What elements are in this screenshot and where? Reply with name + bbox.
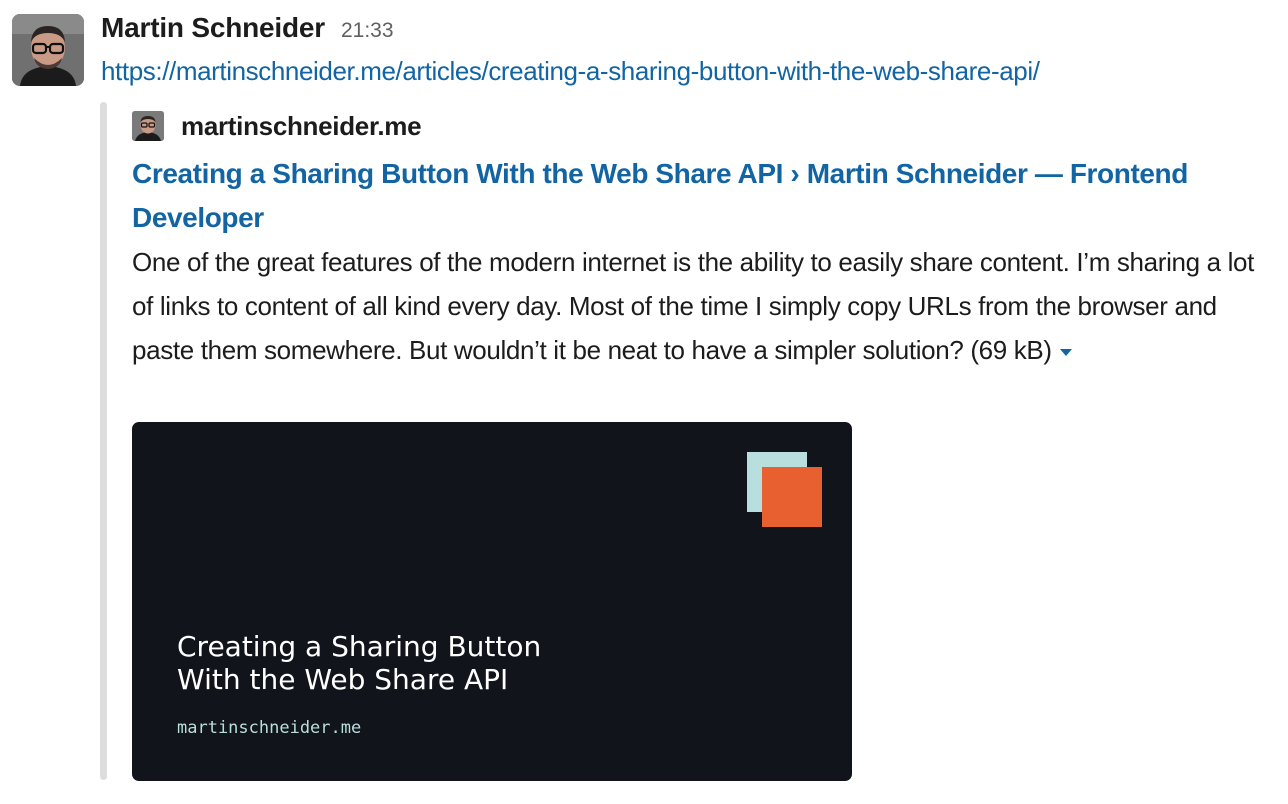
unfurl-site-row: martinschneider.me — [132, 110, 422, 142]
preview-image-title: Creating a Sharing Button With the Web S… — [177, 630, 542, 696]
author-avatar[interactable] — [12, 14, 84, 86]
unfurl-description-text: One of the great features of the modern … — [132, 247, 1254, 365]
attachment-bar — [100, 102, 107, 780]
link-unfurl: martinschneider.me Creating a Sharing Bu… — [100, 102, 1280, 781]
preview-image-site: martinschneider.me — [177, 718, 362, 738]
message-header: Martin Schneider 21:33 — [101, 12, 394, 48]
unfurl-site-name: martinschneider.me — [181, 110, 422, 141]
link-preview-image[interactable]: Creating a Sharing Button With the Web S… — [132, 422, 852, 781]
author-name[interactable]: Martin Schneider — [101, 12, 325, 44]
logo-square-orange — [762, 467, 822, 527]
site-favicon-icon — [132, 111, 164, 141]
message-link[interactable]: https://martinschneider.me/articles/crea… — [101, 56, 1040, 87]
chat-message: Martin Schneider 21:33 https://martinsch… — [0, 0, 1288, 804]
unfurl-title-link[interactable]: Creating a Sharing Button With the Web S… — [132, 152, 1262, 240]
unfurl-description: One of the great features of the modern … — [132, 240, 1278, 372]
favicon-photo — [132, 111, 164, 141]
file-size: (69 kB) — [970, 335, 1052, 365]
message-timestamp[interactable]: 21:33 — [341, 19, 394, 43]
avatar-photo — [12, 14, 84, 86]
caret-down-icon[interactable] — [1059, 348, 1072, 356]
